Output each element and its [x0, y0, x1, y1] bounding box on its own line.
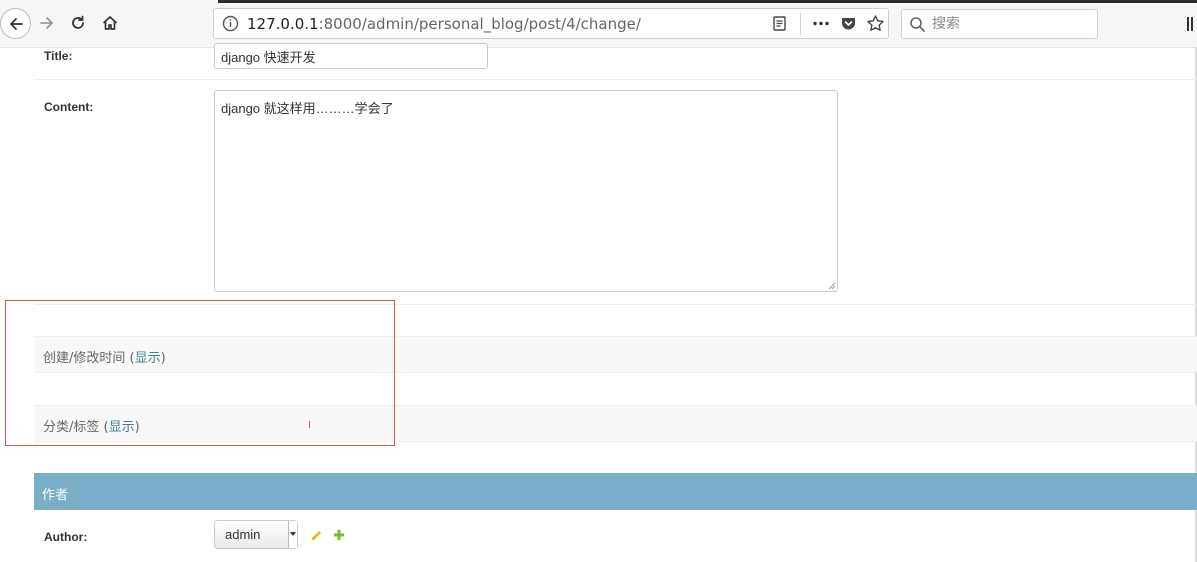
fieldset-title-text: 创建/修改时间	[43, 351, 126, 366]
url-host: 127.0.0.1	[247, 15, 319, 33]
select-arrow-icon[interactable]	[288, 521, 297, 548]
bookmark-star-icon[interactable]	[866, 14, 885, 33]
fieldset-timestamps: 创建/修改时间 (显示)	[34, 336, 1197, 373]
library-icon[interactable]	[1186, 15, 1197, 33]
title-input[interactable]	[214, 43, 488, 69]
tab-strip	[218, 0, 1197, 3]
show-toggle-link[interactable]: 显示	[109, 420, 135, 435]
title-label: Title:	[44, 49, 73, 63]
content-label: Content:	[44, 100, 94, 114]
reload-button[interactable]	[64, 8, 92, 38]
author-select-value: admin	[225, 527, 261, 542]
author-select[interactable]: admin	[214, 520, 298, 549]
forward-button[interactable]	[33, 8, 61, 38]
search-input[interactable]	[932, 10, 1092, 38]
home-icon	[102, 16, 118, 30]
fieldset-title: 分类/标签 (显示)	[43, 420, 140, 435]
pencil-icon[interactable]	[310, 529, 323, 542]
reader-view-icon[interactable]	[771, 15, 788, 32]
search-bar[interactable]	[901, 9, 1098, 39]
url-separator	[800, 13, 801, 35]
arrow-right-icon	[40, 17, 53, 29]
reload-icon	[72, 15, 84, 29]
fieldset-category-tags: 分类/标签 (显示)	[34, 405, 1197, 442]
content-row: Content: django 就这样用………学会了	[34, 80, 1197, 305]
address-bar[interactable]: 127.0.0.1:8000/admin/personal_blog/post/…	[213, 8, 889, 39]
browser-toolbar: 127.0.0.1:8000/admin/personal_blog/post/…	[0, 0, 1197, 48]
search-icon	[910, 17, 925, 32]
author-module-header: 作者	[34, 473, 1197, 510]
pocket-icon[interactable]	[840, 15, 857, 32]
plus-icon[interactable]	[333, 529, 345, 541]
module-title: 作者	[42, 488, 69, 503]
content-textarea[interactable]: django 就这样用………学会了	[214, 90, 838, 292]
fieldset-title: 创建/修改时间 (显示)	[43, 351, 166, 366]
show-toggle-link[interactable]: 显示	[135, 351, 161, 366]
info-icon[interactable]	[222, 15, 239, 32]
url-path: :8000/admin/personal_blog/post/4/change/	[318, 15, 641, 33]
resize-grip-icon[interactable]	[826, 280, 836, 290]
home-button[interactable]	[96, 8, 124, 38]
more-actions-icon[interactable]	[811, 15, 831, 32]
back-button[interactable]	[0, 8, 31, 39]
url-text[interactable]: 127.0.0.1:8000/admin/personal_blog/post/…	[247, 15, 641, 33]
author-row: Author: admin	[34, 511, 1197, 562]
annotation-mark	[309, 421, 310, 428]
arrow-left-icon	[9, 17, 23, 30]
fieldset-title-text: 分类/标签	[43, 420, 100, 435]
title-row: Title:	[34, 43, 1197, 80]
author-label: Author:	[44, 530, 88, 544]
